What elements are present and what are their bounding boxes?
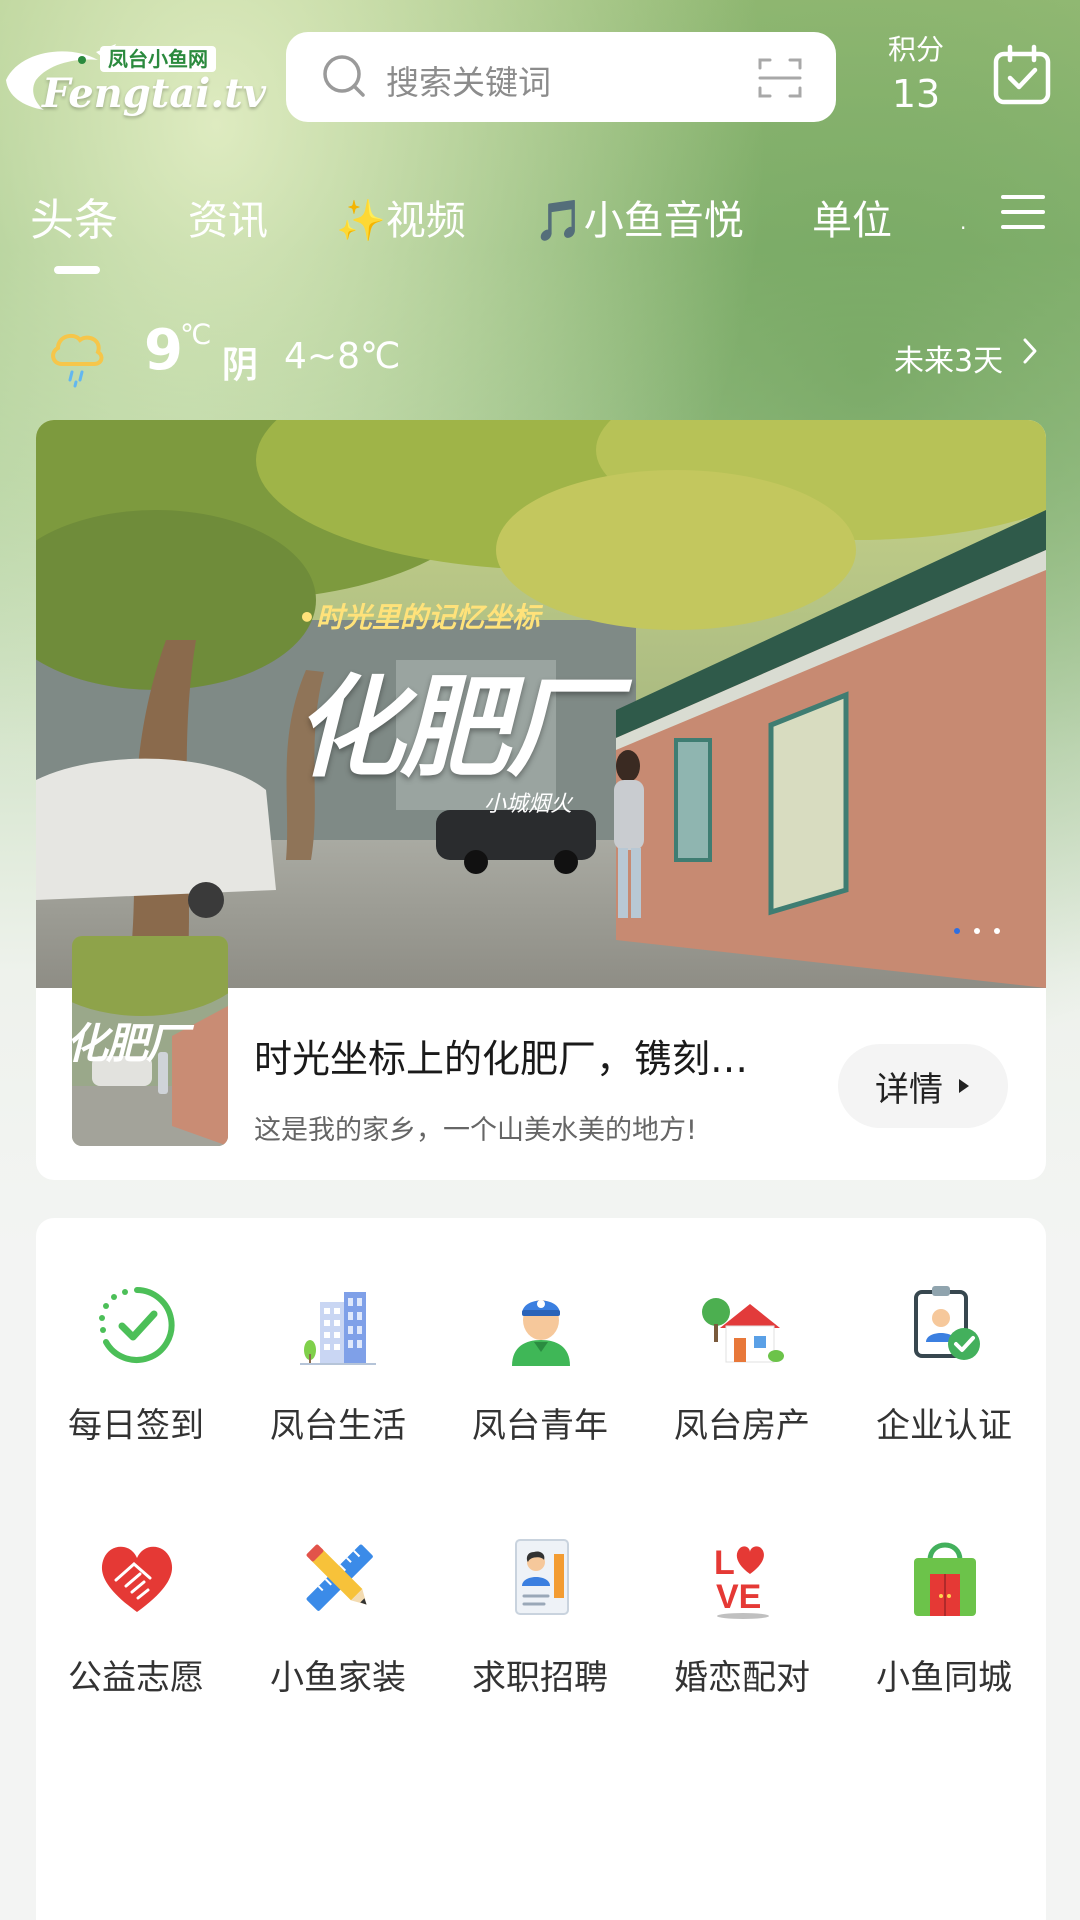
- grid-item-fengtai-life[interactable]: 凤台生活: [238, 1282, 438, 1482]
- grid-item-fengtai-youth[interactable]: 凤台青年: [440, 1282, 640, 1482]
- menu-icon[interactable]: [1000, 192, 1046, 232]
- grid-label: 小鱼同城: [876, 1658, 1012, 1698]
- tab-headlines[interactable]: 头条: [30, 184, 118, 248]
- resume-icon: [515, 1539, 569, 1615]
- tab-news[interactable]: 资讯: [188, 188, 268, 246]
- forecast-link[interactable]: 未来3天: [894, 336, 1003, 380]
- grid-item-home-decor[interactable]: 小鱼家装: [238, 1534, 438, 1734]
- tab-video[interactable]: ✨视频: [336, 188, 466, 246]
- details-button-label: 详情: [875, 1069, 943, 1110]
- carousel-dot-1[interactable]: [954, 928, 960, 934]
- temperature-range: 4~8℃: [284, 336, 401, 377]
- temperature-value: 9: [144, 318, 183, 383]
- grid-label: 小鱼家装: [270, 1658, 406, 1698]
- badge-verified-icon: [914, 1286, 980, 1360]
- cloud-rain-icon: [51, 333, 104, 388]
- svg-text:VE: VE: [716, 1578, 761, 1616]
- search-placeholder: 搜索关键词: [386, 63, 551, 102]
- featured-banner[interactable]: •时光里的记忆坐标 化肥厂 小城烟火 化肥厂 时光坐标上的化肥厂，镌刻… 这是我…: [36, 420, 1046, 1180]
- tab-active-indicator: [54, 266, 100, 274]
- tab-overflow-dot: ·: [960, 216, 967, 240]
- grid-label: 企业认证: [876, 1406, 1012, 1446]
- chevron-right-icon[interactable]: [1020, 336, 1040, 366]
- logo-text: Fengtai.tv: [42, 70, 266, 117]
- play-arrow-icon: [959, 1079, 969, 1093]
- grid-item-jobs[interactable]: 求职招聘: [440, 1534, 640, 1734]
- calendar-checkin-icon[interactable]: [992, 44, 1052, 106]
- grid-label: 凤台房产: [674, 1406, 810, 1446]
- love-icon: L VE: [714, 1544, 769, 1619]
- search-input[interactable]: 搜索关键词: [286, 32, 836, 122]
- buildings-icon: [300, 1292, 376, 1365]
- tab-units[interactable]: 单位: [812, 188, 892, 246]
- grid-label: 婚恋配对: [674, 1658, 810, 1698]
- grid-item-daily-checkin[interactable]: 每日签到: [36, 1282, 236, 1482]
- house-icon: [702, 1298, 784, 1363]
- banner-photo-subtitle: •时光里的记忆坐标: [298, 601, 540, 634]
- news-title[interactable]: 时光坐标上的化肥厂，镌刻…: [254, 1028, 814, 1083]
- news-subtitle: 这是我的家乡，一个山美水美的地方!: [254, 1115, 697, 1146]
- top-bar: 凤台小鱼网 Fengtai.tv 搜索关键词 积分 13: [0, 0, 1080, 160]
- carousel-dot-2[interactable]: [974, 928, 980, 934]
- grid-label: 凤台生活: [270, 1406, 406, 1446]
- heart-hands-icon: [101, 1546, 173, 1612]
- tab-music[interactable]: 🎵小鱼音悦: [534, 188, 744, 246]
- search-icon: [323, 55, 365, 97]
- ruler-pencil-icon: [306, 1544, 373, 1611]
- weather-bar: 9 ℃ 阴 4~8℃ 未来3天: [0, 318, 1080, 398]
- weather-condition: 阴: [222, 345, 259, 386]
- grid-label: 公益志愿: [68, 1658, 204, 1698]
- banner-photo-signature: 小城烟火: [484, 792, 573, 817]
- scan-icon[interactable]: [756, 54, 804, 102]
- grid-item-dating[interactable]: L VE 婚恋配对: [642, 1534, 842, 1734]
- shopping-bag-icon: [914, 1542, 976, 1616]
- grid-label: 凤台青年: [472, 1406, 608, 1446]
- check-circle-icon: [99, 1287, 175, 1363]
- grid-item-enterprise-verify[interactable]: 企业认证: [844, 1282, 1044, 1482]
- grid-label: 每日签到: [68, 1406, 204, 1446]
- young-person-icon: [512, 1300, 570, 1366]
- details-button[interactable]: 详情: [838, 1044, 1008, 1128]
- points-value: 13: [891, 72, 941, 116]
- app-logo[interactable]: 凤台小鱼网 Fengtai.tv: [0, 40, 266, 120]
- news-thumbnail[interactable]: 化肥厂: [72, 936, 228, 1146]
- carousel-dots[interactable]: [954, 928, 1000, 934]
- points-label: 积分: [887, 33, 944, 66]
- thumbnail-title: 化肥厂: [72, 1019, 188, 1068]
- grid-item-fengtai-realestate[interactable]: 凤台房产: [642, 1282, 842, 1482]
- grid-label: 求职招聘: [472, 1658, 608, 1698]
- grid-item-charity[interactable]: 公益志愿: [36, 1534, 236, 1734]
- service-grid: 每日签到 凤台生活 凤台青年 凤台房产 企业认证 公益志愿 小鱼家装 求职招聘 …: [36, 1218, 1046, 1920]
- carousel-dot-3[interactable]: [994, 928, 1000, 934]
- banner-photo[interactable]: •时光里的记忆坐标 化肥厂 小城烟火: [36, 420, 1046, 988]
- temperature-unit: ℃: [180, 318, 212, 351]
- svg-text:L: L: [714, 1544, 735, 1582]
- points-display[interactable]: 积分 13: [880, 28, 952, 116]
- banner-photo-title: 化肥厂: [294, 664, 616, 792]
- grid-item-local-city[interactable]: 小鱼同城: [844, 1534, 1044, 1734]
- logo-badge: 凤台小鱼网: [100, 46, 216, 72]
- channel-tabs: 头条 资讯 ✨视频 🎵小鱼音悦 单位 ·: [0, 180, 1080, 280]
